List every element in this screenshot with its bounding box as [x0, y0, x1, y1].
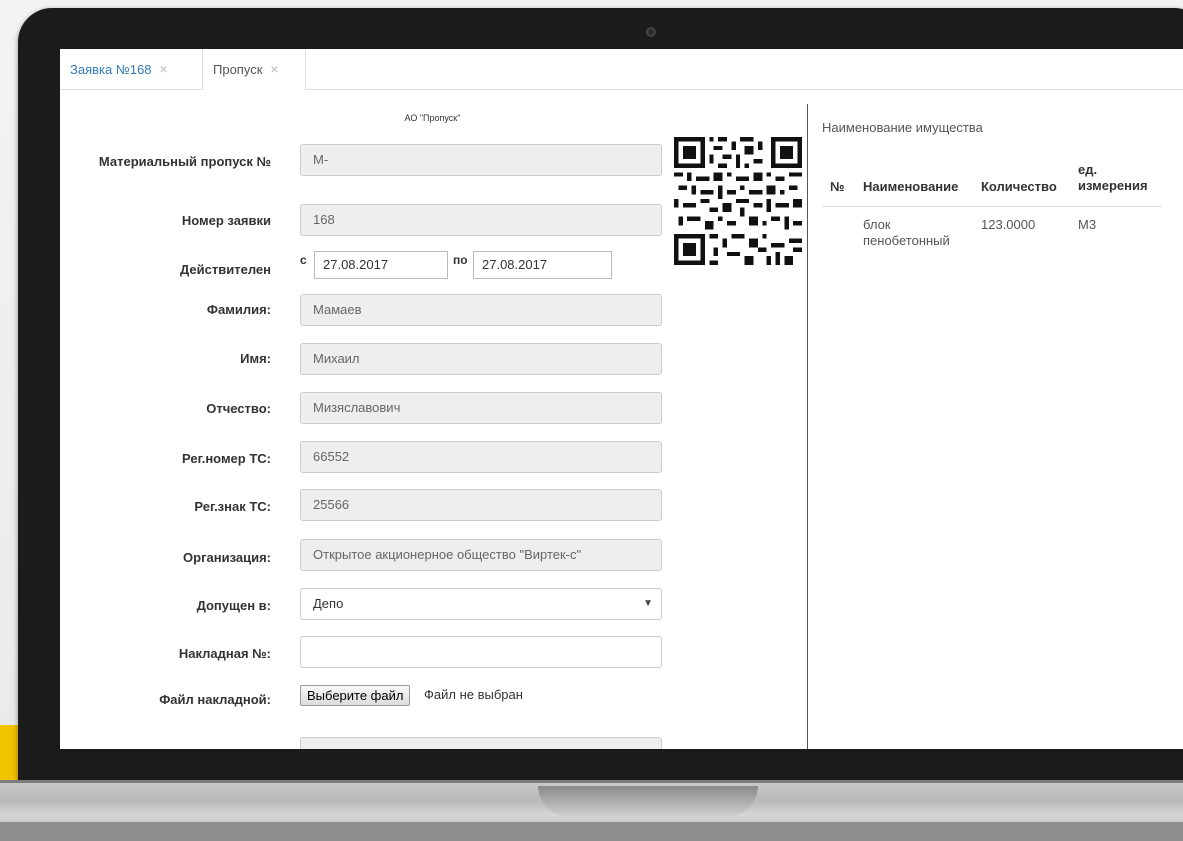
qr-code-icon [674, 137, 802, 265]
admitted-select-value: Депо [313, 596, 344, 611]
admitted-label: Допущен в: [196, 598, 271, 613]
pass-number-label: Материальный пропуск № [91, 153, 271, 171]
invoice-input[interactable] [300, 636, 662, 668]
vehicle-plate-label: Рег.знак ТС: [194, 499, 271, 514]
laptop-foot [0, 822, 1183, 841]
col-number: № [830, 179, 845, 194]
name-label: Имя: [240, 351, 271, 366]
close-icon[interactable]: × [270, 61, 278, 77]
cell-unit: М3 [1078, 217, 1097, 232]
valid-label: Действителен [180, 262, 271, 277]
patronymic-field: Мизяславович [300, 392, 662, 424]
camera-icon [646, 27, 656, 37]
app-screen: Заявка №168 × Пропуск × АО "Пропуск" Матер… [60, 49, 1183, 749]
organization-field: Открытое акционерное общество "Виртек-с" [300, 539, 662, 571]
tab-pass[interactable]: Пропуск × [202, 49, 306, 90]
surname-field: Мамаев [300, 294, 662, 326]
valid-to-input[interactable]: 27.08.2017 [473, 251, 612, 279]
request-number-field: 168 [300, 204, 662, 236]
organization-header: АО "Пропуск" [404, 113, 461, 123]
valid-from-input[interactable]: 27.08.2017 [314, 251, 448, 279]
organization-label: Организация: [183, 550, 271, 565]
valid-to-prefix: по [453, 253, 468, 267]
invoice-label: Накладная №: [178, 646, 271, 661]
pass-number-label-text: Материальный пропуск № [98, 154, 271, 169]
tab-request-label: Заявка №168 [70, 62, 152, 77]
choose-file-button[interactable]: Выберите файл [300, 685, 411, 706]
property-title: Наименование имущества [822, 120, 983, 135]
cell-name: блок пенобетонный [863, 217, 950, 248]
vehicle-reg-label: Рег.номер ТС: [182, 451, 271, 466]
partial-field [300, 737, 662, 749]
close-icon[interactable]: × [159, 61, 167, 77]
file-status-text: Файл не выбран [424, 687, 523, 702]
tab-pass-label: Пропуск [213, 62, 263, 77]
patronymic-label: Отчество: [206, 401, 271, 416]
request-number-label: Номер заявки [181, 213, 271, 228]
col-quantity: Количество [981, 179, 1057, 194]
vehicle-reg-field: 66552 [300, 441, 662, 473]
pass-number-field: М- [300, 144, 662, 176]
col-name: Наименование [863, 179, 959, 194]
invoice-file-label: Файл накладной: [159, 692, 271, 707]
valid-from-prefix: с [300, 253, 307, 267]
table-header-divider [822, 206, 1162, 207]
admitted-select[interactable]: Депо ▼ [300, 588, 662, 620]
surname-label: Фамилия: [206, 302, 271, 317]
laptop-notch [538, 786, 758, 816]
col-unit: ед. измерения [1078, 162, 1148, 193]
tab-request[interactable]: Заявка №168 × [60, 49, 202, 89]
cell-quantity: 123.0000 [981, 217, 1036, 232]
vehicle-plate-field: 25566 [300, 489, 662, 521]
chevron-down-icon: ▼ [643, 598, 653, 609]
panel-divider [807, 104, 808, 749]
tab-bar: Заявка №168 × Пропуск × [60, 49, 1183, 90]
name-field: Михаил [300, 343, 662, 375]
